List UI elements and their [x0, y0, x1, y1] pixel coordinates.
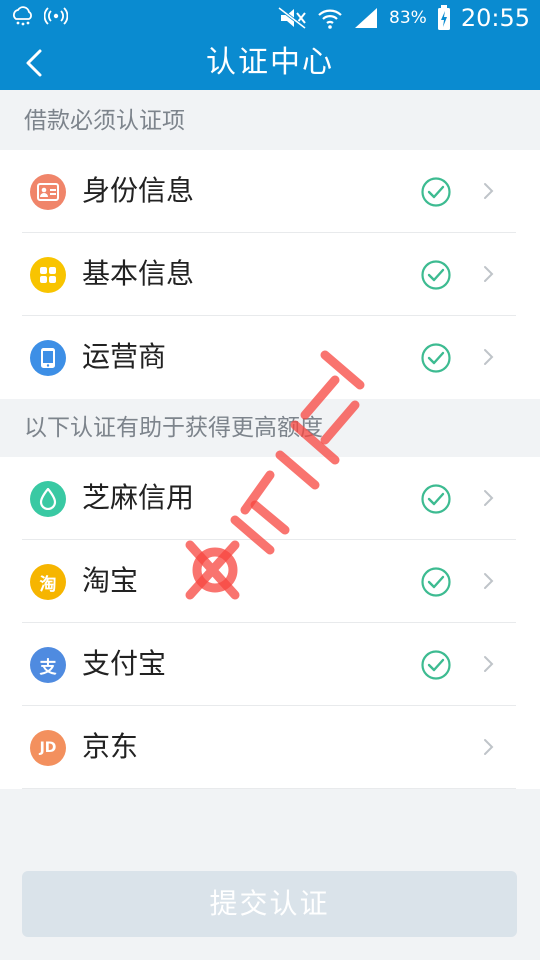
- verification-item-label: 运营商: [82, 340, 167, 373]
- verification-item-label: 淘宝: [82, 564, 139, 597]
- optional-verification-list: 芝麻信用 淘 淘宝 支 支付宝 JD 京东: [0, 457, 540, 789]
- sesame-credit-icon: [30, 481, 66, 517]
- required-verification-list: 身份信息 基本信息 运营商: [0, 150, 540, 399]
- verification-item-label: 身份信息: [82, 174, 195, 207]
- status-time: 20:55: [460, 4, 530, 32]
- battery-charging-icon: [437, 5, 450, 30]
- jd-icon: JD: [30, 730, 66, 766]
- verification-item-jd[interactable]: JD 京东: [0, 706, 540, 789]
- chevron-right-icon: [484, 183, 494, 199]
- check-circle-icon: [421, 343, 451, 373]
- taobao-icon: 淘: [30, 564, 66, 600]
- check-circle-icon: [421, 567, 451, 597]
- submit-verification-button[interactable]: 提交认证: [22, 871, 517, 937]
- chevron-right-icon: [484, 266, 494, 282]
- page-title: 认证中心: [206, 45, 334, 80]
- alipay-icon: 支: [30, 647, 66, 683]
- status-bar: 83% 20:55: [0, 0, 540, 36]
- jd-icon-glyph: JD: [39, 740, 57, 756]
- verification-item-identity[interactable]: 身份信息: [0, 150, 540, 233]
- chevron-right-icon: [484, 349, 494, 365]
- cloud-icon: [13, 6, 32, 26]
- verification-item-alipay[interactable]: 支 支付宝: [0, 623, 540, 706]
- verification-item-label: 芝麻信用: [82, 481, 195, 514]
- phone-icon: [30, 340, 66, 376]
- chevron-right-icon: [484, 739, 494, 755]
- verification-item-sesame-credit[interactable]: 芝麻信用: [0, 457, 540, 540]
- grid-icon: [30, 257, 66, 293]
- chevron-right-icon: [484, 573, 494, 589]
- verification-item-taobao[interactable]: 淘 淘宝: [0, 540, 540, 623]
- id-card-icon: [30, 174, 66, 210]
- check-circle-icon: [421, 650, 451, 680]
- battery-percent: 83%: [389, 8, 427, 28]
- signal-icon: [355, 8, 378, 28]
- taobao-icon-glyph: 淘: [39, 574, 57, 595]
- nav-bar: 认证中心: [0, 36, 540, 90]
- verification-item-basic-info[interactable]: 基本信息: [0, 233, 540, 316]
- check-circle-icon: [421, 260, 451, 290]
- mute-icon: [278, 6, 306, 30]
- wifi-icon: [318, 9, 342, 29]
- chevron-right-icon: [484, 656, 494, 672]
- check-circle-icon: [421, 177, 451, 207]
- verification-item-label: 京东: [82, 730, 139, 763]
- row-divider: [22, 788, 516, 789]
- alipay-icon-glyph: 支: [39, 657, 57, 678]
- section-header-required: 借款必须认证项: [24, 108, 185, 134]
- hotspot-icon: [44, 7, 68, 25]
- verification-item-label: 支付宝: [82, 647, 167, 680]
- verification-item-carrier[interactable]: 运营商: [0, 316, 540, 399]
- chevron-right-icon: [484, 490, 494, 506]
- check-circle-icon: [421, 484, 451, 514]
- section-header-optional: 以下认证有助于获得更高额度: [24, 415, 323, 441]
- verification-item-label: 基本信息: [82, 257, 195, 290]
